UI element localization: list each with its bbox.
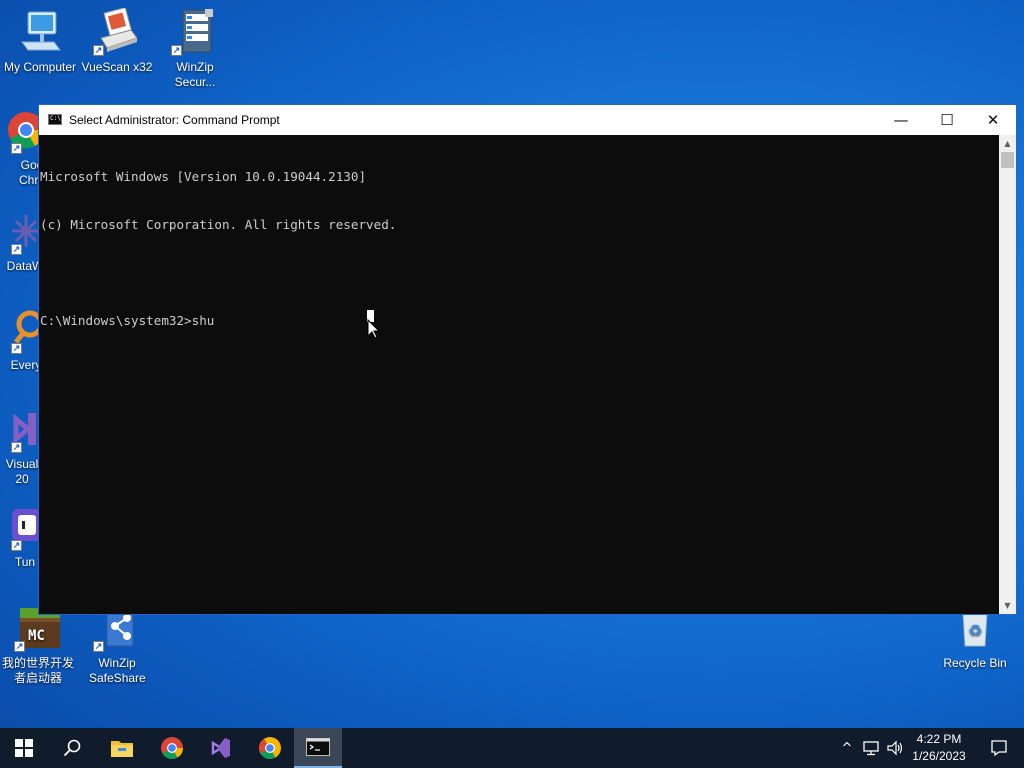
tray-network[interactable] [860, 728, 882, 768]
file-explorer-icon [111, 741, 133, 757]
taskbar-visual-studio[interactable] [196, 728, 244, 768]
chrome-alt-icon [259, 737, 281, 759]
shortcut-arrow-icon: ↗ [11, 244, 22, 255]
mouse-cursor-icon [367, 310, 379, 338]
volume-icon [887, 740, 903, 756]
scanner-icon: ↗ [93, 6, 141, 56]
shortcut-arrow-icon: ↗ [11, 343, 22, 354]
taskbar: ^ 4:22 PM 1/26/2023 [0, 728, 1024, 768]
shortcut-arrow-icon: ↗ [11, 442, 22, 453]
desktop-icon-label: WinZip SafeShare [89, 656, 146, 685]
window-titlebar[interactable]: C:\ Select Administrator: Command Prompt… [39, 105, 1016, 135]
taskbar-chrome[interactable] [148, 728, 196, 768]
scrollbar-thumb[interactable] [1001, 152, 1014, 168]
maximize-icon: ☐ [940, 111, 954, 129]
console-prompt-line: C:\Windows\system32>shu [40, 313, 215, 328]
command-prompt-window[interactable]: C:\ Select Administrator: Command Prompt… [38, 104, 1017, 615]
desktop-icon-minecraft-launcher[interactable]: MC ↗ 我的世界开发者启动器 [0, 604, 78, 686]
console-output[interactable]: Microsoft Windows [Version 10.0.19044.21… [39, 135, 999, 614]
vertical-scrollbar[interactable]: ▲ ▼ [999, 135, 1016, 614]
taskbar-chrome-alt[interactable] [246, 728, 294, 768]
shortcut-arrow-icon: ↗ [93, 45, 104, 56]
clock-date: 1/26/2023 [912, 749, 966, 763]
shortcut-arrow-icon: ↗ [14, 641, 25, 652]
taskbar-command-prompt[interactable] [294, 728, 342, 768]
desktop-icon-label: Visual 20 [5, 457, 39, 486]
window-title: Select Administrator: Command Prompt [69, 113, 280, 127]
windows-logo-icon [15, 739, 33, 757]
minimize-icon: — [893, 111, 909, 129]
visual-studio-icon [211, 738, 230, 758]
chrome-icon [161, 737, 183, 759]
search-icon [63, 739, 81, 757]
desktop-icon-label: WinZip Secur... [174, 60, 216, 89]
search-button[interactable] [48, 728, 96, 768]
computer-icon [16, 8, 64, 56]
chevron-up-icon: ^ [841, 740, 853, 756]
shortcut-arrow-icon: ↗ [11, 143, 22, 154]
shortcut-arrow-icon: ↗ [171, 45, 182, 56]
maximize-button[interactable]: ☐ [924, 105, 970, 135]
tray-overflow-button[interactable]: ^ [836, 728, 858, 768]
shortcut-arrow-icon: ↗ [93, 641, 104, 652]
scroll-up-arrow-icon[interactable]: ▲ [999, 135, 1016, 152]
desktop-icon-label: Recycle Bin [943, 656, 1007, 670]
taskbar-clock[interactable]: 4:22 PM 1/26/2023 [904, 731, 974, 765]
mc-text: MC [28, 628, 45, 644]
action-center-button[interactable] [982, 728, 1016, 768]
network-icon [863, 741, 879, 756]
console-line: (c) Microsoft Corporation. All rights re… [40, 217, 397, 232]
close-icon: ✕ [986, 111, 1000, 129]
minimize-button[interactable]: — [878, 105, 924, 135]
scroll-down-arrow-icon[interactable]: ▼ [999, 597, 1016, 614]
desktop-icon-vuescan[interactable]: ↗ VueScan x32 [77, 6, 157, 75]
notification-icon [991, 740, 1007, 757]
svg-text:♻: ♻ [968, 621, 982, 640]
desktop-icon-label: 我的世界开发者启动器 [1, 656, 74, 685]
start-button[interactable] [0, 728, 48, 768]
desktop-icon-label: My Computer [3, 60, 77, 74]
desktop-icon-winzip-secure[interactable]: ↗ WinZip Secur... [155, 8, 235, 90]
command-prompt-icon: C:\ [48, 114, 62, 125]
close-button[interactable]: ✕ [970, 105, 1016, 135]
desktop-icon-my-computer[interactable]: My Computer [0, 8, 80, 75]
winzip-secure-icon: ↗ [171, 8, 219, 56]
tray-volume[interactable] [884, 728, 906, 768]
desktop-icon-label: VueScan x32 [81, 60, 153, 74]
desktop-icon-winzip-safeshare[interactable]: ↗ WinZip SafeShare [77, 604, 157, 686]
command-prompt-icon [306, 738, 330, 756]
clock-time: 4:22 PM [916, 732, 962, 746]
shortcut-arrow-icon: ↗ [11, 540, 22, 551]
console-line: Microsoft Windows [Version 10.0.19044.21… [40, 169, 367, 184]
taskbar-file-explorer[interactable] [98, 728, 146, 768]
